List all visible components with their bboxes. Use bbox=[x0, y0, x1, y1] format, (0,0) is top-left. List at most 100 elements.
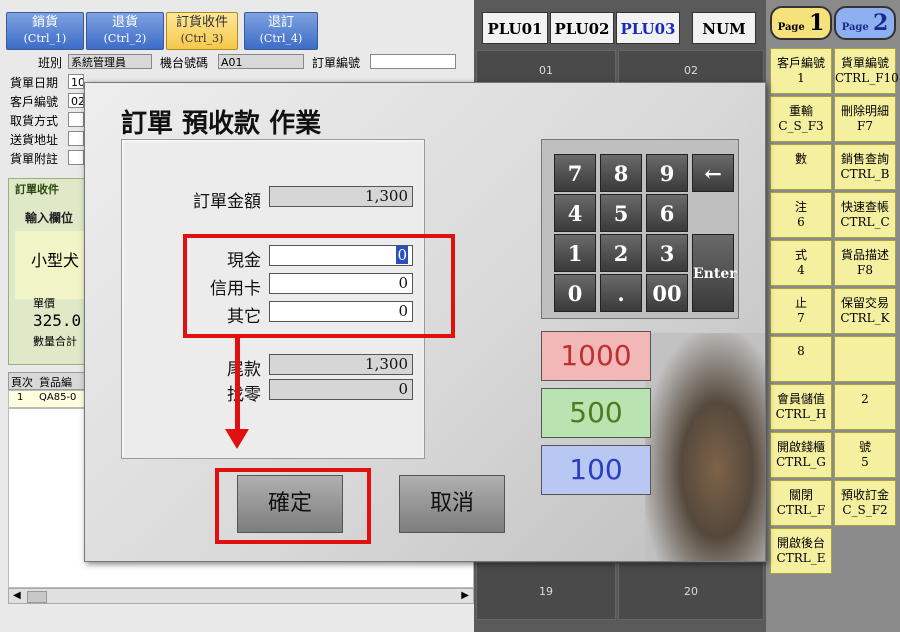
key-2[interactable]: 2 bbox=[600, 234, 642, 272]
function-button-12[interactable]: 8 bbox=[770, 336, 832, 382]
key-7[interactable]: 7 bbox=[554, 154, 596, 192]
plu01-button[interactable]: PLU01 bbox=[482, 12, 548, 44]
function-button-3[interactable]: 刪除明細 F7 bbox=[834, 96, 896, 142]
function-button-label: 貨單編號 bbox=[840, 56, 889, 70]
enter-key[interactable]: Enter bbox=[692, 234, 737, 312]
scroll-left-icon[interactable]: ◀ bbox=[13, 590, 21, 601]
bill-date-field[interactable]: 10 bbox=[68, 74, 84, 89]
function-button-7[interactable]: 快速查帳 CTRL_C bbox=[834, 192, 896, 238]
scroll-thumb[interactable] bbox=[27, 591, 47, 603]
amount-1000-button[interactable]: 1000 bbox=[541, 331, 651, 381]
function-button-15[interactable]: 2 bbox=[834, 384, 896, 430]
key-00[interactable]: 00 bbox=[646, 274, 688, 312]
page2-word: Page bbox=[841, 22, 869, 33]
function-button-shortcut: 1 bbox=[797, 71, 805, 85]
function-button-16[interactable]: 開啟錢櫃 CTRL_G bbox=[770, 432, 832, 478]
note-field[interactable] bbox=[68, 150, 84, 165]
backspace-key[interactable]: ← bbox=[692, 154, 734, 192]
customer-no-label: 客戶編號 bbox=[10, 95, 59, 109]
function-button-8[interactable]: 式4 bbox=[770, 240, 832, 286]
key-4[interactable]: 4 bbox=[554, 194, 596, 232]
cancel-button[interactable]: 取消 bbox=[399, 475, 505, 533]
page1-number: 1 bbox=[808, 10, 825, 36]
dialog-title: 訂單 預收款 作業 bbox=[121, 109, 322, 139]
function-button-label: 注 bbox=[794, 200, 807, 214]
terminal-label: 機台號碼 bbox=[160, 56, 209, 70]
function-button-6[interactable]: 注6 bbox=[770, 192, 832, 238]
function-button-label: 預收訂金 bbox=[840, 488, 889, 502]
function-button-label: 會員儲值 bbox=[776, 392, 825, 406]
horizontal-scrollbar[interactable]: ◀ ▶ bbox=[8, 588, 474, 604]
function-button-11[interactable]: 保留交易 CTRL_K bbox=[834, 288, 896, 334]
pickup-field[interactable] bbox=[68, 112, 84, 127]
function-button-0[interactable]: 客戶編號 1 bbox=[770, 48, 832, 94]
order-amount-field: 1,300 bbox=[269, 186, 413, 207]
key-1[interactable]: 1 bbox=[554, 234, 596, 272]
function-button-14[interactable]: 會員儲值 CTRL_H bbox=[770, 384, 832, 430]
unit-price-label: 單價 bbox=[33, 297, 55, 310]
function-button-shortcut: F8 bbox=[857, 263, 873, 277]
abacus-decoration-image bbox=[645, 333, 765, 561]
key-3[interactable]: 3 bbox=[646, 234, 688, 272]
function-button-1[interactable]: 貨單編號 CTRL_F10 bbox=[834, 48, 899, 94]
tab-returns[interactable]: 退貨 (Ctrl_2) bbox=[86, 12, 164, 50]
key-0[interactable]: 0 bbox=[554, 274, 596, 312]
function-button-2[interactable]: 重輸 C_S_F3 bbox=[770, 96, 832, 142]
delivery-field[interactable] bbox=[68, 131, 84, 146]
function-button-17[interactable]: 號5 bbox=[834, 432, 896, 478]
col-item-code: 貨品編 bbox=[39, 376, 72, 389]
function-button-panel: Page 1 Page 2 客戶編號 1 貨單編號 CTRL_F10 重輸 C_S_F3 刪… bbox=[766, 0, 900, 632]
plu-cell-20[interactable]: 20 bbox=[618, 562, 764, 620]
function-button-label: 貨品描述 bbox=[840, 248, 889, 262]
payment-highlight-box bbox=[183, 234, 455, 338]
key-9[interactable]: 9 bbox=[646, 154, 688, 192]
annotation-arrow-shaft bbox=[235, 338, 240, 434]
customer-no-field[interactable]: 02 bbox=[68, 93, 84, 108]
num-button[interactable]: NUM bbox=[692, 12, 756, 44]
function-button-label: 客戶編號 bbox=[776, 56, 825, 70]
plu03-button[interactable]: PLU03 bbox=[616, 12, 680, 44]
tab-sales-label: 銷貨 bbox=[31, 15, 58, 30]
tab-order-receive-label: 訂貨收件 bbox=[175, 15, 228, 30]
item-info-box: 訂單收件 輸入欄位 小型犬 單價 325.0 數量合計 bbox=[8, 178, 90, 365]
plu02-button[interactable]: PLU02 bbox=[550, 12, 614, 44]
function-button-13[interactable] bbox=[834, 336, 896, 382]
tab-cancel-order[interactable]: 退訂 (Ctrl_4) bbox=[244, 12, 318, 50]
key-8[interactable]: 8 bbox=[600, 154, 642, 192]
order-no-field[interactable] bbox=[370, 54, 456, 69]
function-button-10[interactable]: 止7 bbox=[770, 288, 832, 334]
function-button-18[interactable]: 關閉 CTRL_F bbox=[770, 480, 832, 526]
col-page: 頁次 bbox=[11, 376, 33, 389]
function-button-shortcut: 5 bbox=[861, 455, 869, 469]
function-button-label: 保留交易 bbox=[840, 296, 889, 310]
function-button-5[interactable]: 銷售查詢 CTRL_B bbox=[834, 144, 896, 190]
amount-100-button[interactable]: 100 bbox=[541, 445, 651, 495]
key-5[interactable]: 5 bbox=[600, 194, 642, 232]
annotation-arrow-head bbox=[225, 429, 249, 449]
change-field: 0 bbox=[269, 379, 413, 400]
table-header: 頁次 貨品編 bbox=[8, 372, 90, 390]
page1-button[interactable]: Page 1 bbox=[770, 6, 832, 40]
item-name-box: 小型犬 bbox=[15, 231, 89, 299]
confirm-highlight-box bbox=[215, 468, 371, 544]
function-button-19[interactable]: 預收訂金 C_S_F2 bbox=[834, 480, 896, 526]
function-button-4[interactable]: 數 bbox=[770, 144, 832, 190]
function-button-label: 開啟後台 bbox=[776, 536, 825, 550]
change-label: 找零 bbox=[227, 385, 261, 405]
receipt-heading: 訂單收件 bbox=[15, 183, 59, 196]
page2-button[interactable]: Page 2 bbox=[834, 6, 896, 40]
tab-cancel-order-label: 退訂 bbox=[267, 15, 294, 30]
shift-field[interactable]: 系統管理員 bbox=[68, 54, 152, 69]
function-button-9[interactable]: 貨品描述 F8 bbox=[834, 240, 896, 286]
key-dot[interactable]: . bbox=[600, 274, 642, 312]
tab-sales[interactable]: 銷貨 (Ctrl_1) bbox=[6, 12, 84, 50]
tab-order-receive[interactable]: 訂貨收件 (Ctrl_3) bbox=[166, 12, 238, 50]
plu-cell-19[interactable]: 19 bbox=[476, 562, 616, 620]
table-row[interactable]: 1 QA85-0 bbox=[8, 390, 90, 408]
function-button-20[interactable]: 開啟後台 CTRL_E bbox=[770, 528, 832, 574]
amount-500-button[interactable]: 500 bbox=[541, 388, 651, 438]
numeric-keypad: 7 8 9 ← 4 5 6 1 2 3 0. 00 Enter bbox=[541, 139, 739, 319]
scroll-right-icon[interactable]: ▶ bbox=[461, 590, 469, 601]
key-6[interactable]: 6 bbox=[646, 194, 688, 232]
terminal-field[interactable]: A01 bbox=[218, 54, 304, 69]
